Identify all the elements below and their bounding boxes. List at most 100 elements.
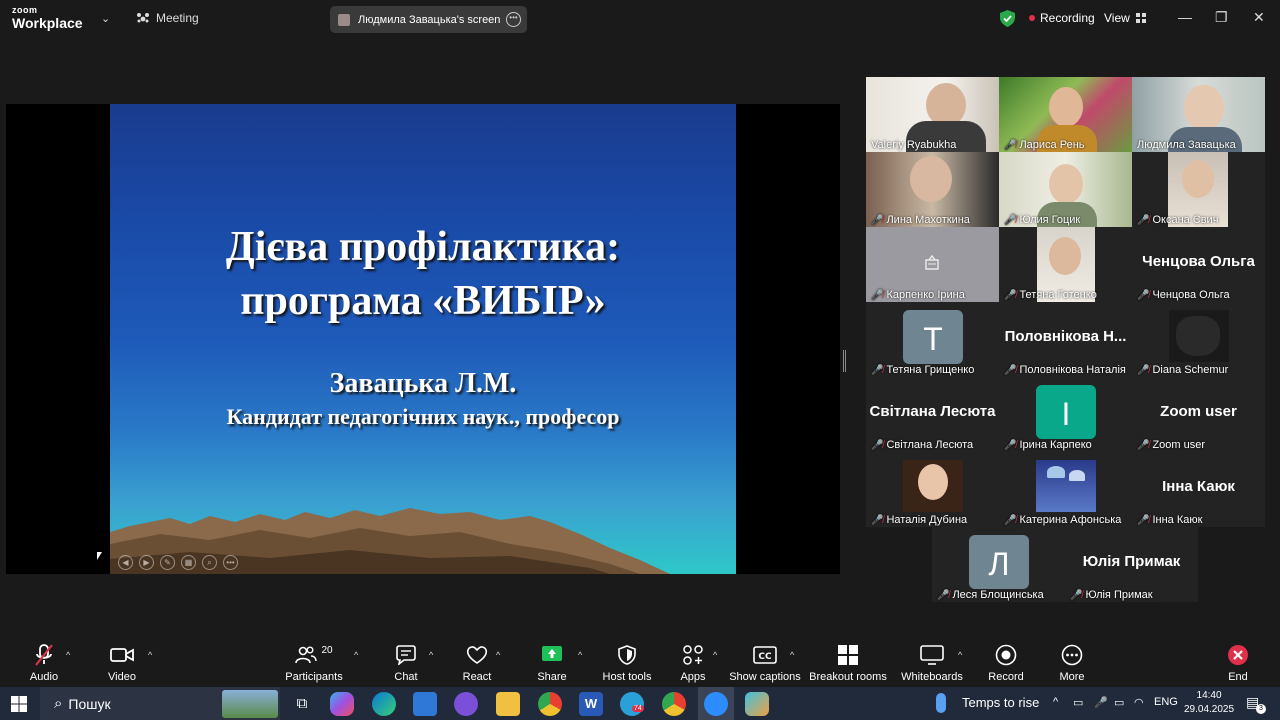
video-person bbox=[918, 464, 948, 500]
telegram-icon[interactable] bbox=[620, 692, 644, 716]
host-tools-shield-icon bbox=[618, 645, 636, 665]
security-shield-icon[interactable] bbox=[1000, 10, 1015, 27]
breakout-rooms-button[interactable]: Breakout rooms bbox=[805, 641, 891, 683]
end-label: End bbox=[1228, 671, 1248, 683]
mic-muted-icon: 🎤̸ bbox=[871, 289, 884, 301]
participant-tile[interactable]: Ченцова Ольга 🎤̸ Ченцова Ольга bbox=[1132, 227, 1265, 302]
show-captions-button[interactable]: CC Show captions bbox=[723, 641, 807, 683]
show-hidden-icons-icon[interactable]: ^ bbox=[1053, 696, 1058, 708]
screen-share-indicator[interactable]: Людмила Завацька's screen ••• bbox=[330, 6, 527, 33]
logo-workplace-text: Workplace bbox=[12, 15, 83, 31]
participant-tile[interactable]: І 🎤̸ Ірина Карпеко bbox=[999, 377, 1132, 452]
battery-icon[interactable]: ▭ bbox=[1114, 696, 1124, 709]
minimize-icon[interactable]: — bbox=[1178, 9, 1192, 25]
participant-tile[interactable]: 🎤̸ Юлия Гоцик bbox=[999, 152, 1132, 227]
recording-indicator[interactable]: Recording bbox=[1029, 11, 1095, 25]
participant-tile[interactable]: 🎤̸ Наталія Дубина bbox=[866, 452, 999, 527]
breakout-rooms-label: Breakout rooms bbox=[809, 671, 887, 683]
participant-tile[interactable]: 🎤̸ Тетяна Готенко bbox=[999, 227, 1132, 302]
previous-slide-icon[interactable]: ◀ bbox=[118, 555, 133, 570]
whiteboards-button[interactable]: Whiteboards bbox=[890, 641, 974, 683]
video-person bbox=[1182, 160, 1214, 198]
paint-app-icon[interactable] bbox=[745, 692, 769, 716]
participant-tile[interactable]: 🎤̸ Катерина Афонська bbox=[999, 452, 1132, 527]
task-view-icon[interactable]: ⧉ bbox=[290, 692, 314, 716]
word-icon[interactable]: W bbox=[579, 692, 603, 716]
participant-tile[interactable]: T 🎤̸ Тетяна Грищенко bbox=[866, 302, 999, 377]
participants-caret-icon[interactable]: ^ bbox=[354, 650, 358, 660]
whiteboards-caret-icon[interactable]: ^ bbox=[958, 650, 962, 660]
participant-tile[interactable]: 🎤̸ Diana Schemur bbox=[1132, 302, 1265, 377]
microsoft-store-icon[interactable] bbox=[413, 692, 437, 716]
microphone-tray-icon[interactable]: 🎤 bbox=[1094, 696, 1108, 709]
end-meeting-icon bbox=[1228, 645, 1248, 665]
search-placeholder: Пошук bbox=[68, 695, 111, 712]
more-icon[interactable]: ••• bbox=[223, 555, 238, 570]
participant-tile[interactable]: Л 🎤̸ Леся Блощинська bbox=[932, 527, 1065, 602]
participant-display-name: Світлана Лесюта bbox=[869, 403, 996, 420]
close-icon[interactable]: ✕ bbox=[1253, 9, 1265, 26]
chrome-icon[interactable] bbox=[538, 692, 562, 716]
participant-tile[interactable]: Половнікова Н... 🎤̸ Половнікова Наталія bbox=[999, 302, 1132, 377]
participant-tile[interactable]: Світлана Лесюта 🎤̸ Світлана Лесюта bbox=[866, 377, 999, 452]
react-button[interactable]: React bbox=[435, 641, 519, 683]
participant-name: 🎤̸ Ченцова Ольга bbox=[1137, 289, 1230, 301]
participant-tile-active-speaker[interactable]: Людмила Завацька bbox=[1132, 77, 1265, 152]
audio-label: Audio bbox=[29, 671, 59, 683]
chevron-down-icon[interactable]: ⌄ bbox=[101, 12, 110, 25]
presentation-slide: Дієва профілактика: програма «ВИБІР» Зав… bbox=[110, 104, 736, 574]
chrome-profile-icon[interactable] bbox=[662, 692, 686, 716]
zoom-icon[interactable]: ⌕ bbox=[202, 555, 217, 570]
slides-grid-icon[interactable]: ▦ bbox=[181, 555, 196, 570]
share-caret-icon[interactable]: ^ bbox=[578, 650, 582, 660]
participant-name: Valeriy Ryabukha bbox=[871, 139, 957, 151]
participant-tile[interactable]: Valeriy Ryabukha bbox=[866, 77, 999, 152]
wifi-icon[interactable]: ◠ bbox=[1134, 696, 1144, 709]
copilot-icon[interactable] bbox=[330, 692, 354, 716]
participant-tile[interactable]: 🎤̸ Лина Махоткина bbox=[866, 152, 999, 227]
mic-muted-icon: 🎤̸ bbox=[937, 589, 950, 601]
view-button[interactable]: View bbox=[1104, 11, 1146, 25]
mic-muted-icon: 🎤̸ bbox=[871, 514, 884, 526]
share-button[interactable]: Share bbox=[510, 641, 594, 683]
clock[interactable]: 14:40 29.04.2025 bbox=[1184, 689, 1234, 717]
participant-tile[interactable]: 🎤̸ Оксана Євич bbox=[1132, 152, 1265, 227]
audio-button[interactable]: Audio bbox=[2, 641, 86, 683]
video-person bbox=[910, 156, 952, 202]
participant-tile[interactable]: Інна Каюк 🎤̸ Інна Каюк bbox=[1132, 452, 1265, 527]
edge-browser-icon[interactable] bbox=[372, 692, 396, 716]
captions-caret-icon[interactable]: ^ bbox=[790, 650, 794, 660]
participant-tile[interactable]: 🎤̸ Лариса Рень bbox=[999, 77, 1132, 152]
next-slide-icon[interactable]: ▶ bbox=[139, 555, 154, 570]
file-explorer-icon[interactable] bbox=[496, 692, 520, 716]
pen-icon[interactable]: ✎ bbox=[160, 555, 175, 570]
audio-options-caret-icon[interactable]: ^ bbox=[66, 650, 70, 660]
more-button[interactable]: More bbox=[1030, 641, 1114, 683]
splitter-handle[interactable] bbox=[843, 350, 846, 372]
language-indicator[interactable]: ENG bbox=[1154, 696, 1178, 708]
mic-muted-icon: 🎤̸ bbox=[1137, 439, 1150, 451]
end-meeting-button[interactable]: End bbox=[1196, 641, 1280, 683]
react-caret-icon[interactable]: ^ bbox=[496, 650, 500, 660]
windows-start-icon[interactable] bbox=[11, 696, 27, 712]
participant-tile[interactable]: Zoom user 🎤̸ Zoom user bbox=[1132, 377, 1265, 452]
participants-button[interactable]: 20 Participants bbox=[272, 641, 356, 684]
video-camera-icon bbox=[110, 648, 134, 662]
apps-caret-icon[interactable]: ^ bbox=[713, 650, 717, 660]
maximize-icon[interactable]: ❐ bbox=[1215, 9, 1228, 26]
more-options-icon[interactable]: ••• bbox=[506, 12, 521, 27]
video-button[interactable]: Video bbox=[80, 641, 164, 683]
taskbar-search-box[interactable]: ⌕ Пошук bbox=[40, 687, 280, 720]
participant-tile[interactable]: Юлія Примак 🎤̸ Юлія Примак bbox=[1065, 527, 1198, 602]
video-options-caret-icon[interactable]: ^ bbox=[148, 650, 152, 660]
weather-text[interactable]: Temps to rise bbox=[962, 695, 1039, 710]
viber-icon[interactable] bbox=[454, 692, 478, 716]
mic-muted-icon: 🎤̸ bbox=[871, 439, 884, 451]
meeting-menu[interactable]: Meeting bbox=[136, 11, 199, 25]
zoom-taskbar-active[interactable] bbox=[698, 687, 734, 720]
slide-nav-tools: ◀ ▶ ✎ ▦ ⌕ ••• bbox=[118, 555, 238, 570]
chat-caret-icon[interactable]: ^ bbox=[429, 650, 433, 660]
participant-tile[interactable]: 🎤̸ Карпенко Ірина bbox=[866, 227, 999, 302]
jellyfish-image bbox=[1069, 470, 1085, 481]
screen-capture-icon[interactable]: ▭ bbox=[1073, 696, 1083, 709]
